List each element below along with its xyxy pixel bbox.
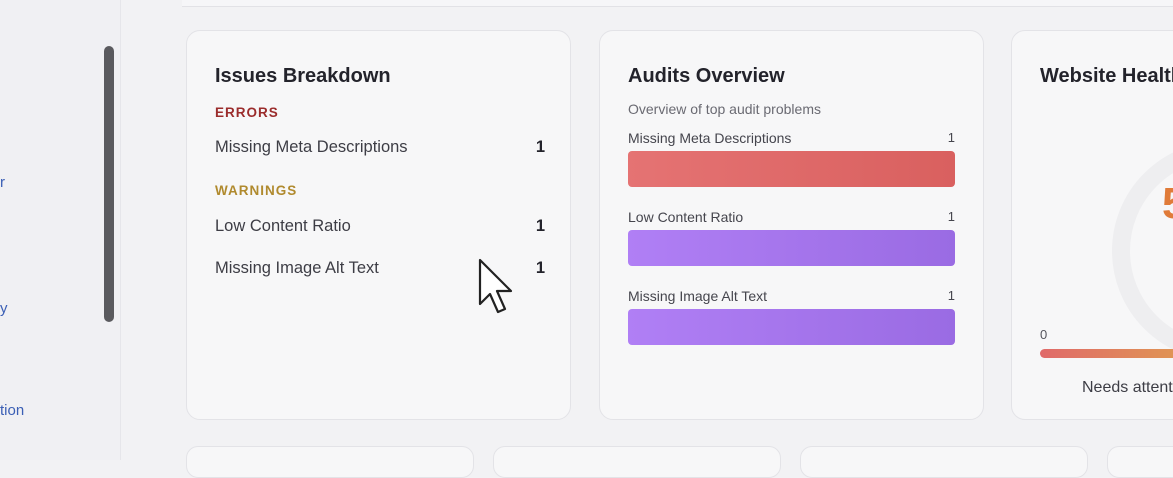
sidebar-item-label[interactable]: r — [0, 174, 5, 191]
bottom-card — [1107, 446, 1173, 478]
bottom-card — [493, 446, 781, 478]
issue-row: Low Content Ratio 1 — [215, 217, 545, 239]
health-gauge-ring — [1112, 141, 1173, 361]
warnings-section-label: WARNINGS — [215, 183, 298, 198]
audit-bar-label: Missing Meta Descriptions — [628, 130, 792, 146]
bottom-card — [800, 446, 1088, 478]
card-title: Audits Overview — [628, 65, 785, 87]
audit-bar-track — [628, 309, 955, 345]
sidebar-scrollbar[interactable] — [104, 46, 114, 322]
gauge-min-label: 0 — [1040, 327, 1048, 342]
issue-row: Missing Meta Descriptions 1 — [215, 138, 545, 160]
health-gauge-bar — [1040, 349, 1173, 358]
health-status: Needs attention — [1082, 379, 1173, 396]
audit-bar-label: Missing Image Alt Text — [628, 288, 768, 304]
audit-bar-label: Low Content Ratio — [628, 209, 744, 225]
top-panel-edge — [182, 0, 1173, 7]
card-subtitle: Overview of top audit problems — [628, 101, 821, 117]
audit-bar[interactable] — [628, 230, 955, 266]
card-title: Website Health — [1040, 65, 1173, 87]
card-title: Issues Breakdown — [215, 65, 391, 87]
website-health-card: Website Health 5 0 Needs attention — [1011, 30, 1173, 420]
issues-breakdown-card: Issues Breakdown ERRORS Missing Meta Des… — [186, 30, 571, 420]
issue-label: Missing Image Alt Text — [215, 259, 379, 277]
audit-bar[interactable] — [628, 309, 955, 345]
sidebar-item-label[interactable]: y — [0, 300, 8, 317]
audit-bar[interactable] — [628, 151, 955, 187]
sidebar-item-label[interactable]: tion — [0, 402, 24, 419]
issue-count: 1 — [535, 138, 545, 156]
audit-bar-count: 1 — [947, 209, 955, 224]
audit-bar-count: 1 — [947, 288, 955, 303]
health-score: 5 — [1162, 179, 1173, 229]
audit-bar-count: 1 — [947, 130, 955, 145]
errors-section-label: ERRORS — [215, 105, 279, 120]
sidebar: r y tion — [0, 0, 121, 460]
audits-overview-card: Audits Overview Overview of top audit pr… — [599, 30, 984, 420]
audit-bar-track — [628, 230, 955, 266]
mouse-cursor-icon — [478, 258, 513, 314]
bottom-card — [186, 446, 474, 478]
issue-label: Low Content Ratio — [215, 217, 351, 235]
issue-count: 1 — [535, 259, 545, 277]
issue-label: Missing Meta Descriptions — [215, 138, 408, 156]
audit-bar-track — [628, 151, 955, 187]
issue-count: 1 — [535, 217, 545, 235]
